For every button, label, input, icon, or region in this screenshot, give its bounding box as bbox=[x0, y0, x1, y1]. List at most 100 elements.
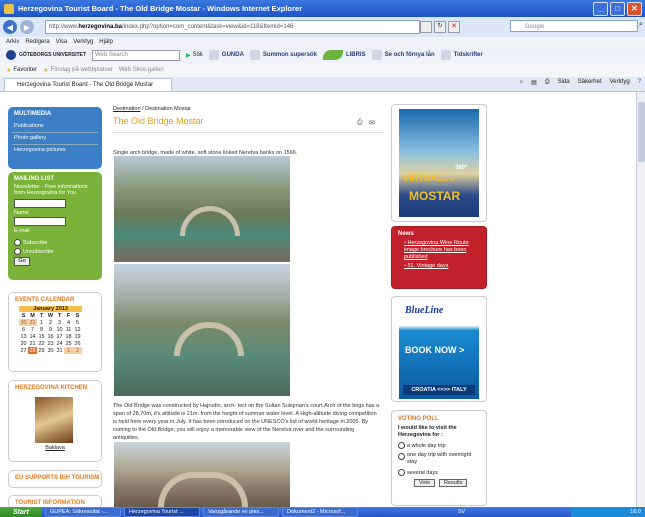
libris-button[interactable]: LIBRIS bbox=[322, 50, 366, 60]
baklava-link[interactable]: Baklava bbox=[9, 445, 101, 451]
calendar-day[interactable]: 1 bbox=[64, 347, 73, 354]
calendar-day[interactable]: 19 bbox=[73, 333, 82, 340]
breadcrumb-destination[interactable]: Destination bbox=[113, 106, 141, 112]
results-button[interactable]: Results bbox=[439, 479, 468, 487]
calendar-day[interactable]: 27 bbox=[19, 347, 28, 354]
help-icon[interactable]: ? bbox=[638, 79, 641, 86]
calendar-day[interactable]: 29 bbox=[37, 347, 46, 354]
vertical-scrollbar[interactable] bbox=[636, 92, 645, 507]
feeds-icon[interactable]: ▤ bbox=[531, 79, 537, 86]
forward-button[interactable]: ▶ bbox=[20, 20, 34, 34]
calendar-day[interactable]: 30 bbox=[46, 347, 55, 354]
calendar-day[interactable]: 8 bbox=[37, 326, 46, 333]
blueline-banner[interactable]: BlueLine BOOK NOW > CROATIA <<>> ITALY bbox=[399, 301, 479, 399]
calendar-day[interactable]: 25 bbox=[64, 340, 73, 347]
baklava-image[interactable] bbox=[35, 397, 73, 443]
calendar-day[interactable]: 11 bbox=[64, 326, 73, 333]
web-search-input[interactable]: Web Search bbox=[91, 49, 180, 61]
home-icon[interactable]: ⌂ bbox=[520, 79, 524, 86]
calendar-day[interactable]: 2 bbox=[73, 347, 82, 354]
stop-icon[interactable]: ✕ bbox=[448, 21, 460, 33]
menu-verktyg[interactable]: Verktyg bbox=[73, 39, 93, 45]
calendar-day[interactable]: 2 bbox=[46, 319, 55, 326]
calendar-day[interactable]: 5 bbox=[73, 319, 82, 326]
poll-option-3[interactable]: several days bbox=[392, 466, 486, 476]
calendar-day[interactable]: 13 bbox=[19, 333, 28, 340]
calendar-day[interactable]: 10 bbox=[55, 326, 64, 333]
back-button[interactable]: ◀ bbox=[3, 20, 17, 34]
maximize-button[interactable]: □ bbox=[610, 1, 625, 16]
calendar-day[interactable]: 1 bbox=[37, 319, 46, 326]
compat-view-icon[interactable] bbox=[420, 21, 432, 33]
go-button[interactable]: Go bbox=[14, 257, 30, 266]
calendar-day[interactable]: 31 bbox=[28, 319, 37, 326]
start-button[interactable]: Start bbox=[0, 507, 42, 517]
calendar-day[interactable]: 31 bbox=[55, 347, 64, 354]
task-dokument2[interactable]: Dokument2 - Microsof... bbox=[282, 507, 358, 517]
tools-menu[interactable]: Verktyg bbox=[610, 79, 630, 86]
calendar-day[interactable]: 15 bbox=[37, 333, 46, 340]
virtual-tour-banner[interactable]: 360° VIRTUALtour MOSTAR bbox=[399, 109, 479, 217]
tourist-info-title[interactable]: TOURIST INFORMATION bbox=[9, 496, 101, 506]
calendar-day[interactable]: 18 bbox=[64, 333, 73, 340]
scrollbar-thumb[interactable] bbox=[638, 102, 645, 162]
poll-option-2[interactable]: one day trip with overnight stay bbox=[392, 449, 486, 466]
calendar-day[interactable]: 3 bbox=[55, 319, 64, 326]
calendar-day[interactable]: 20 bbox=[19, 340, 28, 347]
minimize-button[interactable]: _ bbox=[593, 1, 608, 16]
task-vanzgarande[interactable]: Vanzgårande ev ples... bbox=[203, 507, 279, 517]
calendar-day[interactable]: 21 bbox=[28, 340, 37, 347]
eu-title[interactable]: EU SUPPORTS BiH TOURISM bbox=[9, 471, 101, 481]
multimedia-herzegovina-pictures[interactable]: Herzegovina pictures bbox=[8, 145, 102, 153]
calendar-day[interactable]: 7 bbox=[28, 326, 37, 333]
menu-visa[interactable]: Visa bbox=[56, 39, 68, 45]
fornya-lan-button[interactable]: Se och förnya lån bbox=[371, 50, 435, 60]
multimedia-publications[interactable]: Publications bbox=[8, 121, 102, 129]
menu-hjalp[interactable]: Hjälp bbox=[99, 39, 113, 45]
calendar-day[interactable]: 16 bbox=[46, 333, 55, 340]
poll-option-1[interactable]: a whole day trip bbox=[392, 439, 486, 449]
calendar-day[interactable]: 4 bbox=[64, 319, 73, 326]
menu-redigera[interactable]: Redigera bbox=[25, 39, 49, 45]
calendar-day[interactable]: 28 bbox=[28, 347, 37, 354]
tidskrifter-button[interactable]: Tidskrifter bbox=[440, 50, 483, 60]
calendar-day[interactable]: 17 bbox=[55, 333, 64, 340]
unsubscribe-option[interactable]: Unsubscribe bbox=[8, 246, 102, 255]
calendar-day[interactable]: 23 bbox=[46, 340, 55, 347]
calendar-day[interactable]: 26 bbox=[73, 340, 82, 347]
calendar-day[interactable]: 24 bbox=[55, 340, 64, 347]
page-menu[interactable]: Sida bbox=[558, 79, 570, 86]
address-input[interactable]: http://www.herzegovina.ba/index.php?opti… bbox=[45, 20, 420, 34]
email-article-icon[interactable]: ✉ bbox=[369, 119, 375, 127]
browser-search-input[interactable]: Google bbox=[510, 20, 638, 32]
language-indicator[interactable]: SV bbox=[458, 509, 465, 515]
summon-button[interactable]: Summon supersök bbox=[249, 50, 317, 60]
mailing-field-1[interactable] bbox=[14, 199, 66, 208]
refresh-icon[interactable]: ↻ bbox=[434, 21, 446, 33]
calendar-day[interactable]: 6 bbox=[19, 326, 28, 333]
print-article-icon[interactable]: ⎙ bbox=[357, 119, 363, 127]
fav-suggested-sites[interactable]: ★ Förslag på webbplatser bbox=[43, 67, 113, 74]
gunda-button[interactable]: GUNDA bbox=[208, 50, 244, 60]
subscribe-option[interactable]: Subscribe bbox=[8, 237, 102, 246]
calendar-day[interactable]: 22 bbox=[37, 340, 46, 347]
calendar-day[interactable]: 9 bbox=[46, 326, 55, 333]
sok-button[interactable]: ▶ Sök bbox=[186, 52, 203, 59]
calendar-day[interactable]: 12 bbox=[73, 326, 82, 333]
close-button[interactable]: ✕ bbox=[627, 1, 642, 16]
name-field[interactable] bbox=[14, 217, 66, 226]
calendar-day[interactable]: 30 bbox=[19, 319, 28, 326]
safety-menu[interactable]: Säkerhet bbox=[578, 79, 602, 86]
search-icon[interactable]: ⌕ bbox=[639, 21, 643, 29]
fav-web-slice[interactable]: Web Slice-galleri bbox=[119, 67, 164, 73]
multimedia-photo-gallery[interactable]: Photo gallery bbox=[8, 133, 102, 141]
menu-arkiv[interactable]: Arkiv bbox=[6, 39, 19, 45]
task-herzegovina[interactable]: Herzegovina Tourist ... bbox=[124, 507, 200, 517]
browser-tab[interactable]: Herzegovina Tourist Board - The Old Brid… bbox=[4, 78, 172, 91]
favorites-button[interactable]: ★ Favoriter bbox=[6, 67, 37, 74]
vote-button[interactable]: Vote bbox=[414, 479, 436, 487]
news-item-2[interactable]: ▫ 51. Vintage days bbox=[404, 263, 486, 269]
calendar-day[interactable]: 14 bbox=[28, 333, 37, 340]
news-item-1[interactable]: ▫ Herzegovina Wine Route image brochure … bbox=[404, 240, 478, 261]
print-icon[interactable]: ⎙ bbox=[545, 79, 550, 86]
